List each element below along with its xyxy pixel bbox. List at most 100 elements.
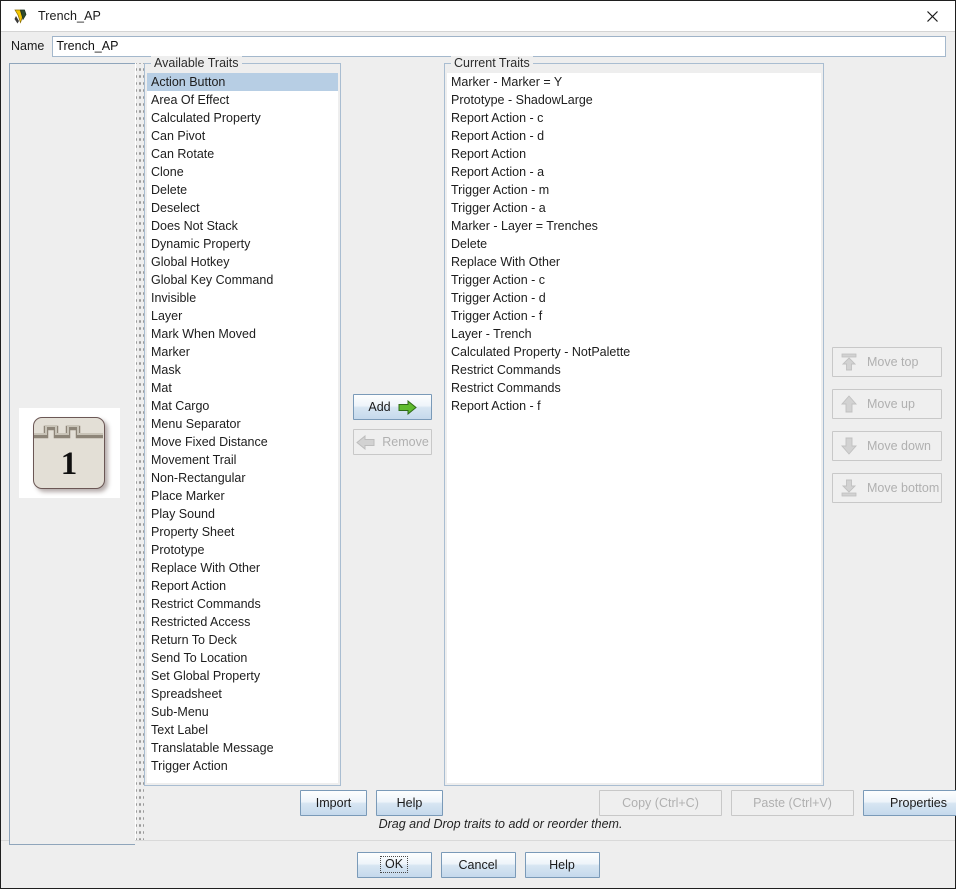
- list-item[interactable]: Calculated Property: [147, 109, 338, 127]
- list-item[interactable]: Prototype: [147, 541, 338, 559]
- transfer-buttons-column: Add Remove: [341, 63, 444, 786]
- footer-help-button[interactable]: Help: [525, 852, 600, 878]
- list-item[interactable]: Spreadsheet: [147, 685, 338, 703]
- list-item[interactable]: Action Button: [147, 73, 338, 91]
- available-traits-list[interactable]: Action ButtonArea Of EffectCalculated Pr…: [147, 73, 338, 783]
- list-item[interactable]: Mat: [147, 379, 338, 397]
- list-item[interactable]: Restrict Commands: [147, 595, 338, 613]
- list-item[interactable]: Delete: [447, 235, 821, 253]
- copy-button[interactable]: Copy (Ctrl+C): [599, 790, 722, 816]
- current-traits-panel: Current Traits Marker - Marker = YProtot…: [444, 63, 824, 786]
- current-traits-list[interactable]: Marker - Marker = YPrototype - ShadowLar…: [447, 73, 821, 783]
- list-item[interactable]: Mark When Moved: [147, 325, 338, 343]
- list-item[interactable]: Marker: [147, 343, 338, 361]
- list-item[interactable]: Does Not Stack: [147, 217, 338, 235]
- list-item[interactable]: Mat Cargo: [147, 397, 338, 415]
- close-icon[interactable]: [909, 1, 955, 32]
- list-item[interactable]: Text Label: [147, 721, 338, 739]
- list-item[interactable]: Trigger Action - m: [447, 181, 821, 199]
- list-item[interactable]: Restrict Commands: [447, 361, 821, 379]
- list-item[interactable]: Trigger Action - c: [447, 271, 821, 289]
- properties-button-label: Properties: [890, 796, 947, 810]
- vassal-logo-icon: [12, 8, 29, 25]
- list-item[interactable]: Deselect: [147, 199, 338, 217]
- arrow-left-icon: [356, 435, 375, 450]
- list-item[interactable]: Delete: [147, 181, 338, 199]
- list-item[interactable]: Trigger Action - d: [447, 289, 821, 307]
- list-item[interactable]: Can Pivot: [147, 127, 338, 145]
- ok-button-label: OK: [380, 856, 408, 873]
- list-item[interactable]: Play Sound: [147, 505, 338, 523]
- list-item[interactable]: Marker - Layer = Trenches: [447, 217, 821, 235]
- move-top-button[interactable]: Move top: [832, 347, 942, 377]
- list-item[interactable]: Report Action: [147, 577, 338, 595]
- cancel-button[interactable]: Cancel: [441, 852, 516, 878]
- properties-button[interactable]: Properties: [863, 790, 956, 816]
- split-pane-divider[interactable]: [135, 63, 144, 845]
- list-item[interactable]: Restrict Commands: [447, 379, 821, 397]
- remove-button-label: Remove: [382, 435, 429, 449]
- remove-button[interactable]: Remove: [353, 429, 432, 455]
- list-item[interactable]: Non-Rectangular: [147, 469, 338, 487]
- move-up-button[interactable]: Move up: [832, 389, 942, 419]
- list-item[interactable]: Layer - Trench: [447, 325, 821, 343]
- list-item[interactable]: Dynamic Property: [147, 235, 338, 253]
- list-item[interactable]: Invisible: [147, 289, 338, 307]
- move-down-button[interactable]: Move down: [832, 431, 942, 461]
- counter-number: 1: [34, 446, 104, 482]
- add-button[interactable]: Add: [353, 394, 432, 420]
- list-item[interactable]: Trigger Action: [147, 757, 338, 775]
- list-item[interactable]: Clone: [147, 163, 338, 181]
- list-item[interactable]: Report Action: [447, 145, 821, 163]
- traits-action-row: Import Help Copy (Ctrl+C) Paste (Ctrl+V)…: [144, 786, 947, 840]
- piece-definition-window: Trench_AP Name 1: [0, 0, 956, 889]
- arrow-right-icon: [398, 400, 417, 415]
- list-item[interactable]: Set Global Property: [147, 667, 338, 685]
- list-item[interactable]: Calculated Property - NotPalette: [447, 343, 821, 361]
- list-item[interactable]: Prototype - ShadowLarge: [447, 91, 821, 109]
- list-item[interactable]: Move Fixed Distance: [147, 433, 338, 451]
- trench-line-icon: [34, 418, 103, 448]
- list-item[interactable]: Translatable Message: [147, 739, 338, 757]
- cancel-button-label: Cancel: [459, 858, 498, 872]
- drag-drop-hint: Drag and Drop traits to add or reorder t…: [144, 817, 947, 831]
- list-item[interactable]: Report Action - a: [447, 163, 821, 181]
- copy-button-label: Copy (Ctrl+C): [622, 796, 699, 810]
- list-item[interactable]: Menu Separator: [147, 415, 338, 433]
- list-item[interactable]: Report Action - f: [447, 397, 821, 415]
- move-bottom-button[interactable]: Move bottom: [832, 473, 942, 503]
- list-item[interactable]: Global Key Command: [147, 271, 338, 289]
- list-item[interactable]: Sub-Menu: [147, 703, 338, 721]
- move-button-label: Move bottom: [867, 481, 939, 495]
- list-item[interactable]: Trigger Action - f: [447, 307, 821, 325]
- list-item[interactable]: Send To Location: [147, 649, 338, 667]
- list-item[interactable]: Report Action - c: [447, 109, 821, 127]
- list-item[interactable]: Replace With Other: [147, 559, 338, 577]
- list-item[interactable]: Return To Deck: [147, 631, 338, 649]
- list-item[interactable]: Global Hotkey: [147, 253, 338, 271]
- traits-help-button[interactable]: Help: [376, 790, 443, 816]
- list-item[interactable]: Property Sheet: [147, 523, 338, 541]
- move-button-label: Move up: [867, 397, 915, 411]
- paste-button[interactable]: Paste (Ctrl+V): [731, 790, 854, 816]
- paste-button-label: Paste (Ctrl+V): [753, 796, 832, 810]
- import-button[interactable]: Import: [300, 790, 367, 816]
- list-item[interactable]: Replace With Other: [447, 253, 821, 271]
- list-item[interactable]: Mask: [147, 361, 338, 379]
- arrow-down-icon: [839, 436, 859, 456]
- name-input[interactable]: [52, 36, 946, 57]
- list-item[interactable]: Marker - Marker = Y: [447, 73, 821, 91]
- traits-lists-row: Available Traits Action ButtonArea Of Ef…: [144, 60, 947, 786]
- import-button-label: Import: [316, 796, 351, 810]
- list-item[interactable]: Trigger Action - a: [447, 199, 821, 217]
- ok-button[interactable]: OK: [357, 852, 432, 878]
- list-item[interactable]: Area Of Effect: [147, 91, 338, 109]
- list-item[interactable]: Restricted Access: [147, 613, 338, 631]
- piece-preview-pane: 1: [9, 63, 135, 845]
- list-item[interactable]: Movement Trail: [147, 451, 338, 469]
- list-item[interactable]: Layer: [147, 307, 338, 325]
- dialog-body: 1 Available Traits Action ButtonArea Of …: [1, 60, 955, 840]
- list-item[interactable]: Place Marker: [147, 487, 338, 505]
- list-item[interactable]: Report Action - d: [447, 127, 821, 145]
- list-item[interactable]: Can Rotate: [147, 145, 338, 163]
